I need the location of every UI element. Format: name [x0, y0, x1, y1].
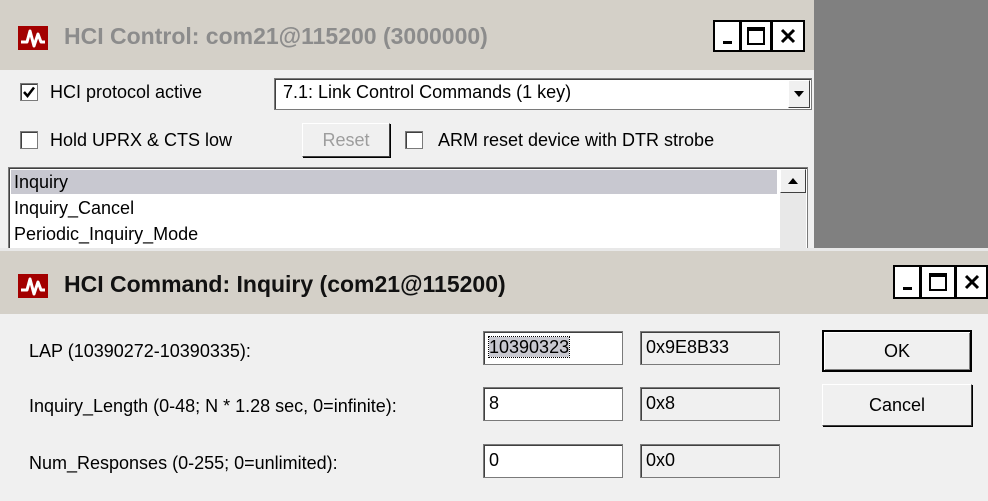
- hold-uprx-label: Hold UPRX & CTS low: [50, 130, 233, 150]
- command-title-bar[interactable]: HCI Command: Inquiry (com21@115200): [0, 248, 988, 314]
- checkmark-icon: [23, 86, 35, 98]
- inquiry-length-input[interactable]: 8: [483, 387, 623, 421]
- command-maximize-button[interactable]: [920, 265, 956, 299]
- arm-reset-label: ARM reset device with DTR strobe: [438, 130, 715, 150]
- protocol-active-checkbox[interactable]: [20, 83, 38, 101]
- arm-reset-checkbox[interactable]: [405, 131, 423, 149]
- protocol-active-label: HCI protocol active: [50, 82, 203, 102]
- control-close-button[interactable]: [771, 20, 805, 52]
- command-minimize-button[interactable]: [893, 265, 921, 299]
- control-title: HCI Control: com21@115200 (3000000): [64, 23, 488, 49]
- list-item[interactable]: Inquiry_Cancel: [11, 196, 777, 220]
- control-title-bar[interactable]: HCI Control: com21@115200 (3000000): [0, 0, 814, 70]
- dropdown-button[interactable]: [788, 80, 810, 108]
- lap-input[interactable]: 10390323: [483, 331, 623, 365]
- control-maximize-button[interactable]: [740, 20, 772, 52]
- num-responses-hex-display: 0x0: [640, 444, 780, 478]
- inquiry-length-hex-display: 0x8: [640, 387, 780, 421]
- reset-button[interactable]: Reset: [302, 123, 390, 157]
- scroll-up-button[interactable]: [780, 169, 806, 193]
- command-group-value: 7.1: Link Control Commands (1 key): [283, 82, 572, 102]
- control-minimize-button[interactable]: [713, 20, 741, 52]
- lap-value: 10390323: [487, 336, 571, 358]
- inquiry-length-label: Inquiry_Length (0-48; N * 1.28 sec, 0=in…: [29, 396, 397, 416]
- list-item[interactable]: Inquiry: [11, 170, 777, 194]
- chevron-down-icon: [794, 91, 804, 97]
- command-group-select[interactable]: 7.1: Link Control Commands (1 key): [274, 78, 812, 110]
- hold-uprx-checkbox[interactable]: [20, 131, 38, 149]
- waveform-icon: [18, 26, 48, 50]
- cancel-button[interactable]: Cancel: [822, 384, 972, 426]
- hci-command-window: HCI Command: Inquiry (com21@115200) LAP …: [0, 248, 988, 501]
- list-item[interactable]: Periodic_Inquiry_Mode: [11, 222, 777, 246]
- arrow-up-icon: [788, 178, 798, 184]
- ok-button[interactable]: OK: [822, 330, 972, 372]
- num-responses-label: Num_Responses (0-255; 0=unlimited):: [29, 453, 338, 473]
- command-list[interactable]: Inquiry Inquiry_Cancel Periodic_Inquiry_…: [8, 167, 808, 260]
- waveform-icon: [18, 274, 48, 298]
- command-close-button[interactable]: [955, 265, 988, 299]
- lap-label: LAP (10390272-10390335):: [29, 341, 251, 361]
- num-responses-input[interactable]: 0: [483, 444, 623, 478]
- list-scrollbar[interactable]: [780, 169, 806, 259]
- lap-hex-display: 0x9E8B33: [640, 331, 780, 365]
- command-title: HCI Command: Inquiry (com21@115200): [64, 271, 506, 297]
- hci-control-window: HCI Control: com21@115200 (3000000) HCI …: [0, 0, 814, 260]
